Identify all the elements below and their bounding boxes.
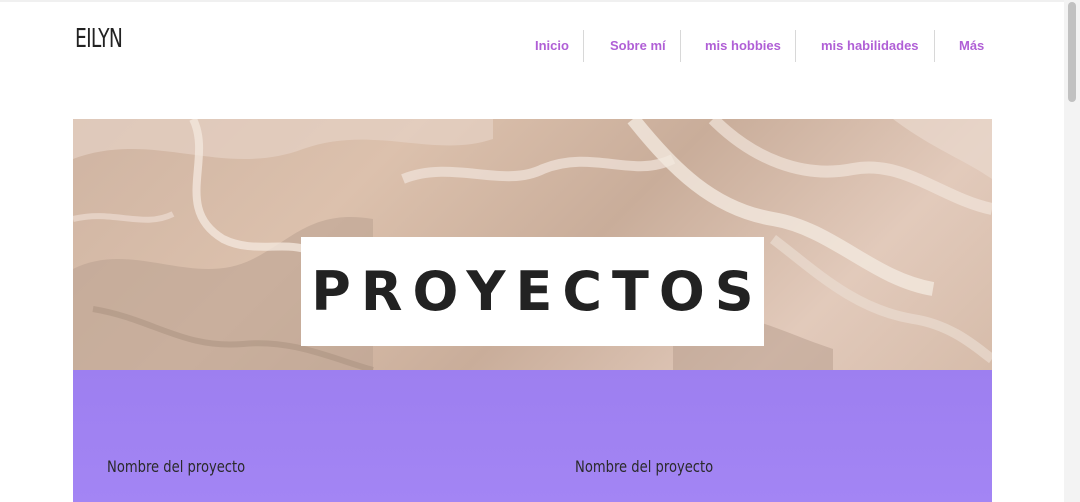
nav-item-inicio[interactable]: Inicio	[520, 30, 584, 62]
scrollbar-thumb[interactable]	[1068, 2, 1076, 102]
main-nav: Inicio Sobre mí mis hobbies mis habilida…	[520, 30, 998, 62]
hero-banner: PROYECTOS	[73, 119, 992, 370]
nav-item-mis-hobbies[interactable]: mis hobbies	[681, 30, 796, 62]
nav-item-mas[interactable]: Más	[935, 30, 998, 62]
hero-title: PROYECTOS	[311, 260, 764, 323]
site-logo[interactable]: EILYN	[75, 24, 123, 54]
projects-section: Nombre del proyecto Nombre del proyecto	[73, 370, 992, 502]
nav-item-sobre-mi[interactable]: Sobre mí	[584, 30, 681, 62]
project-name-2: Nombre del proyecto	[575, 457, 714, 476]
nav-item-mis-habilidades[interactable]: mis habilidades	[796, 30, 935, 62]
page-scrollbar[interactable]	[1064, 0, 1080, 502]
top-border	[0, 0, 1064, 2]
hero-title-box: PROYECTOS	[301, 237, 764, 346]
project-name-1: Nombre del proyecto	[107, 457, 246, 476]
